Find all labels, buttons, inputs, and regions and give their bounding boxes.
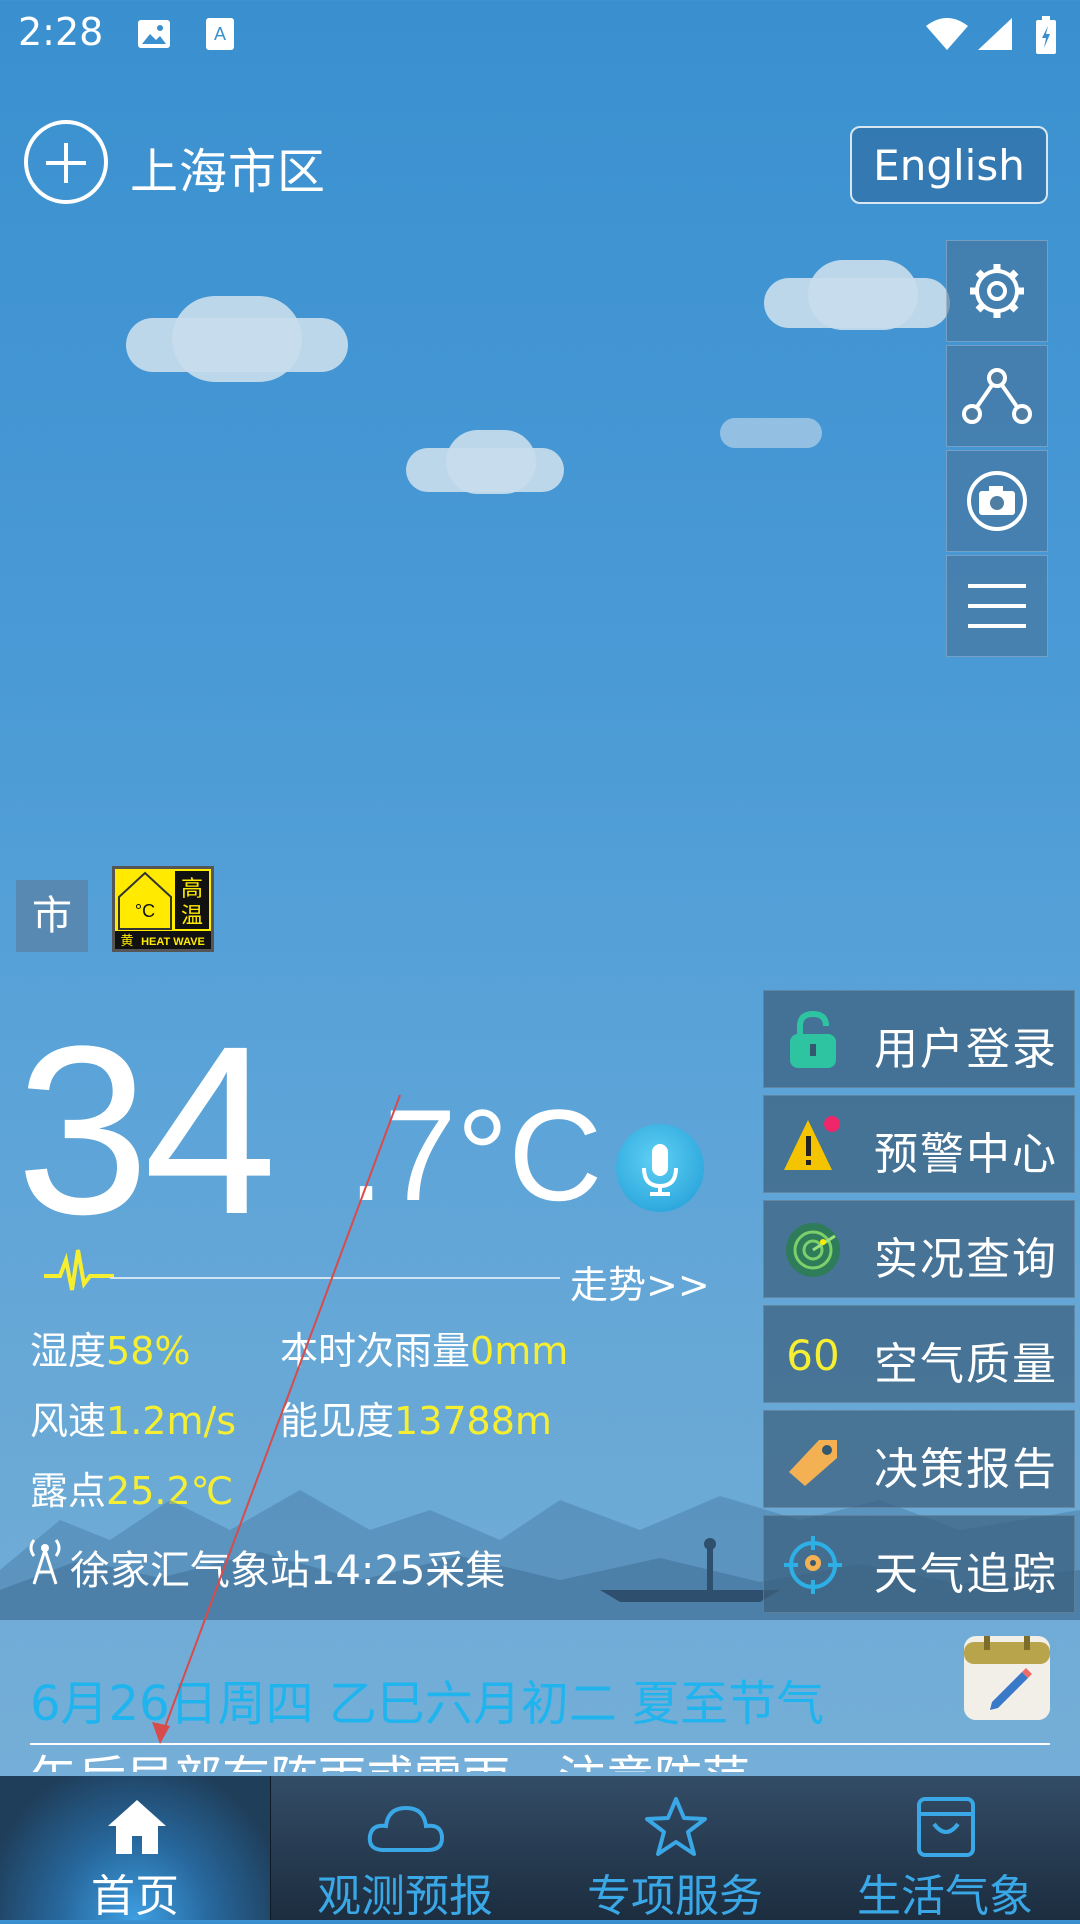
nav-label: 观测预报 — [317, 1871, 493, 1922]
shopping-bag-icon — [917, 1797, 975, 1857]
nav-label: 专项服务 — [587, 1871, 763, 1922]
cloud-icon — [367, 1805, 445, 1852]
nav-home[interactable]: 首页 — [0, 1776, 271, 1922]
nav-label: 首页 — [91, 1871, 179, 1922]
star-icon — [645, 1797, 707, 1856]
nav-special-service[interactable]: 专项服务 — [540, 1776, 810, 1922]
nav-label: 生活气象 — [857, 1871, 1033, 1922]
nav-observation-forecast[interactable]: 观测预报 — [270, 1776, 540, 1922]
home-icon — [108, 1800, 166, 1854]
nav-life-weather[interactable]: 生活气象 — [810, 1776, 1080, 1922]
annotation-arrow — [152, 1094, 401, 1744]
bottom-nav: 首页 观测预报 专项服务 生活气象 — [0, 1776, 1080, 1922]
